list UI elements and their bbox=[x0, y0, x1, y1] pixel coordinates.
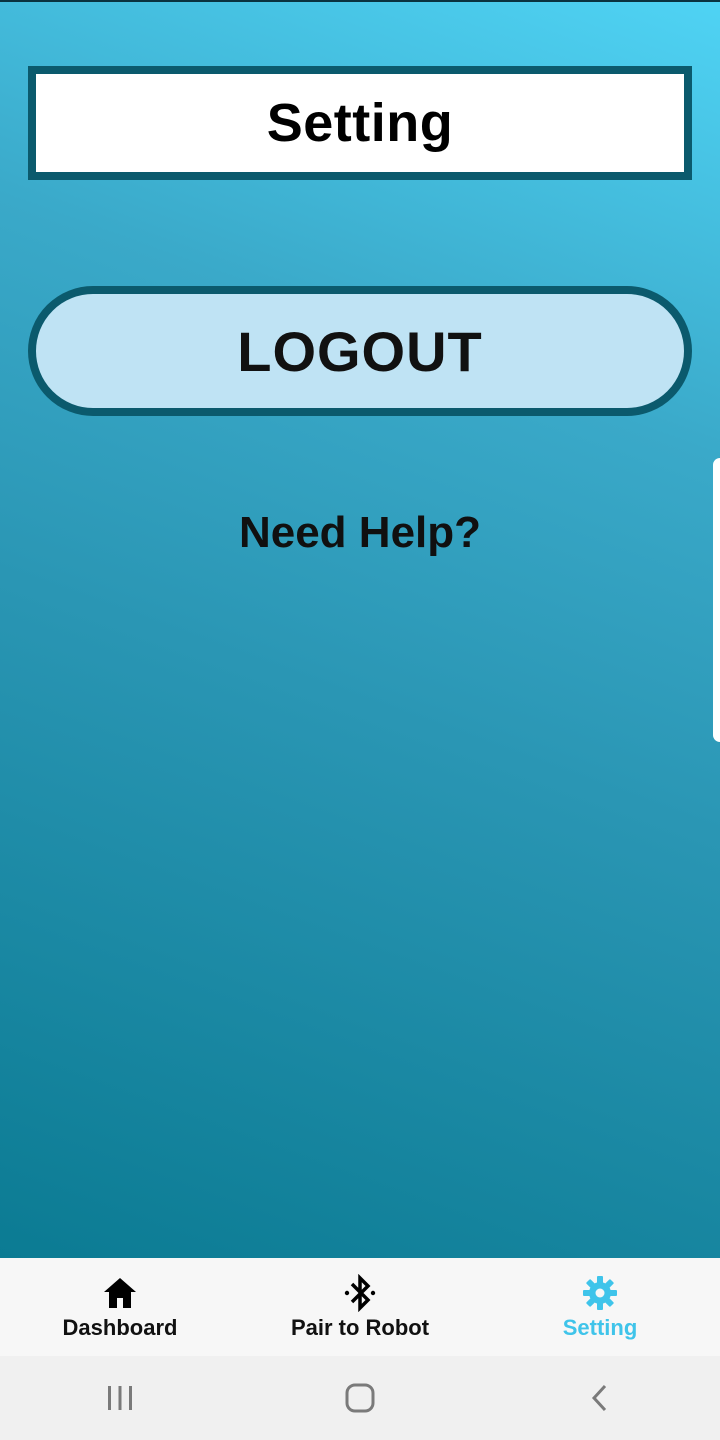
home-button[interactable] bbox=[300, 1368, 420, 1428]
home-icon bbox=[100, 1273, 140, 1313]
bluetooth-icon bbox=[340, 1273, 380, 1313]
tab-dashboard[interactable]: Dashboard bbox=[0, 1258, 240, 1356]
tab-label-dashboard: Dashboard bbox=[62, 1315, 178, 1340]
app-screen: Setting LOGOUT Need Help? bbox=[0, 0, 720, 1258]
system-navigation-bar bbox=[0, 1356, 720, 1440]
logout-button-label: LOGOUT bbox=[237, 319, 483, 383]
back-button[interactable] bbox=[540, 1368, 660, 1428]
edge-panel-handle[interactable] bbox=[713, 458, 720, 742]
recent-apps-button[interactable] bbox=[60, 1368, 180, 1428]
home-circle-icon bbox=[345, 1383, 375, 1413]
page-title: Setting bbox=[266, 93, 454, 153]
tab-label-setting: Setting bbox=[562, 1315, 638, 1340]
logout-button[interactable]: LOGOUT bbox=[28, 286, 692, 416]
page-title-box: Setting bbox=[28, 66, 692, 180]
tab-pair-to-robot[interactable]: Pair to Robot bbox=[240, 1258, 480, 1356]
tab-setting[interactable]: Setting bbox=[480, 1258, 720, 1356]
back-icon bbox=[591, 1384, 607, 1412]
gear-icon bbox=[580, 1273, 620, 1313]
tab-label-pair-to-robot: Pair to Robot bbox=[290, 1315, 430, 1340]
bottom-tab-bar: Dashboard Pair to Robot Setting bbox=[0, 1258, 720, 1356]
recent-apps-icon bbox=[108, 1386, 132, 1410]
need-help-link[interactable]: Need Help? bbox=[0, 508, 720, 558]
